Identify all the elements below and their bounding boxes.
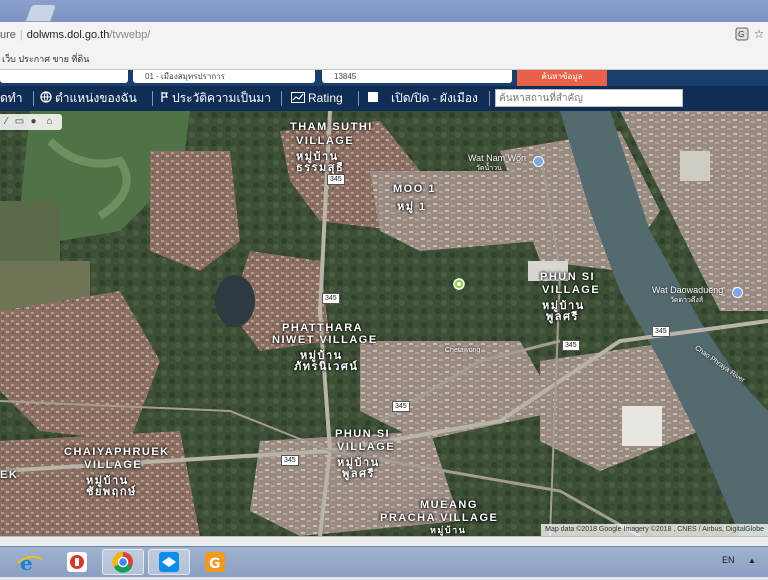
province-select[interactable] <box>0 70 128 83</box>
url-field[interactable]: ure | dolwms.dol.go.th/tvwebp/ <box>0 26 725 44</box>
map-label: พูลศรี <box>342 468 375 480</box>
new-tab-button[interactable] <box>24 4 58 22</box>
draw-rectangle-icon[interactable]: ▭ <box>14 116 25 127</box>
nav-item-rating[interactable]: Rating <box>291 86 343 111</box>
chart-icon <box>291 86 305 111</box>
map-label: VILLAGE <box>337 441 396 453</box>
search-button[interactable]: ค้นหาข้อมูล <box>517 70 607 86</box>
nav-item-label: ประวัติความเป็นมา <box>172 91 272 105</box>
svg-text:G: G <box>738 30 744 39</box>
checkbox-icon[interactable] <box>368 86 378 111</box>
map-label: VILLAGE <box>296 135 355 147</box>
nav-divider <box>152 91 153 106</box>
map-label: VILLAGE <box>542 284 601 296</box>
nav-divider <box>33 91 34 106</box>
nav-divider <box>281 91 282 106</box>
parcel-number-input[interactable]: 13845 <box>322 70 512 83</box>
nav-item-my-location[interactable]: ตำแหน่งของฉัน <box>40 86 137 111</box>
nav-item-history[interactable]: ประวัติความเป็นมา <box>159 86 271 111</box>
map-attribution: Map data ©2018 Google Imagery ©2018 , CN… <box>541 524 768 536</box>
map-label: หมู่บ้าน <box>430 525 467 535</box>
browser-tab-strip <box>0 0 768 22</box>
browser-address-bar: ure | dolwms.dol.go.th/tvwebp/ G ☆ <box>0 22 768 49</box>
road-shield: 345 <box>281 455 299 466</box>
satellite-map[interactable]: ⁄ ▭ ● ⌂ THAM SUTHI VILLAGE หมู่บ้าน ธรรม… <box>0 111 768 536</box>
map-label: ภัทรนิเวศน์ <box>294 361 359 373</box>
poi-label: Wat Nam Won <box>468 153 527 163</box>
draw-polygon-icon[interactable]: ⌂ <box>44 116 55 127</box>
map-label: MUEANG <box>420 499 478 511</box>
poi-label: วัดดาวดึงส์ <box>670 297 704 304</box>
bookmark-star-icon[interactable]: ☆ <box>752 27 766 41</box>
tray-expand-icon[interactable]: ▲ <box>748 556 756 565</box>
chrome-icon[interactable] <box>102 549 144 575</box>
location-pin-icon[interactable] <box>453 278 465 292</box>
road-shield: 345 <box>322 293 340 304</box>
svg-text:G: G <box>209 556 221 572</box>
nav-item-toggle-zoning[interactable]: เปิด/ปิด - ผังเมือง <box>368 86 478 111</box>
map-label: CHAIYAPHRUEK <box>64 446 170 458</box>
poi-label: วัดน้ำวน <box>476 165 502 172</box>
nav-divider <box>489 91 490 106</box>
district-select[interactable]: 01 - เมืองสมุทรปราการ <box>133 70 315 83</box>
map-label: NIWET VILLAGE <box>272 334 378 346</box>
drawing-toolbar: ⁄ ▭ ● ⌂ <box>0 114 62 130</box>
app-icon-red[interactable] <box>56 549 98 575</box>
url-separator: | <box>19 29 23 41</box>
site-header: 01 - เมืองสมุทรปราการ 13845 ค้นหาข้อมูล <box>0 70 768 86</box>
poi-label: Wat Daowadueng <box>652 285 724 295</box>
map-label: หมู่ 1 <box>397 201 427 213</box>
app-icon-orange[interactable]: G <box>194 549 236 575</box>
svg-text:e: e <box>20 551 33 575</box>
draw-circle-icon[interactable]: ● <box>28 116 39 127</box>
url-host: dolwms.dol.go.th <box>26 29 110 41</box>
map-label: VILLAGE <box>84 459 143 471</box>
history-icon <box>159 86 169 111</box>
draw-line-icon[interactable]: ⁄ <box>1 116 12 127</box>
bookmark-item[interactable]: เว็บ ประกาศ ขาย ที่ดิน <box>2 54 89 64</box>
main-nav-bar: ัดทำ ตำแหน่งของฉัน ประวัติความเป็นมา Rat… <box>0 86 768 111</box>
teamviewer-icon[interactable] <box>148 549 190 575</box>
nav-item-label: เปิด/ปิด - ผังเมือง <box>391 91 478 105</box>
road-shield: 345 <box>392 401 410 412</box>
nav-divider <box>358 91 359 106</box>
temple-icon[interactable] <box>732 287 743 298</box>
nav-item-label: ัดทำ <box>0 91 23 105</box>
nav-item-0[interactable]: ัดทำ <box>0 86 22 111</box>
road-shield: 345 <box>327 174 345 185</box>
temple-icon[interactable] <box>533 156 544 167</box>
map-label: THAM SUTHI <box>290 121 373 133</box>
windows-taskbar: e G EN ▲ <box>0 546 768 577</box>
url-path: /tvwebp/ <box>109 29 151 41</box>
nav-item-label: Rating <box>308 91 343 105</box>
globe-icon <box>40 86 52 111</box>
map-label: ชัยพฤกษ์ <box>86 486 137 498</box>
security-label: ure <box>0 29 16 41</box>
bookmarks-bar: เว็บ ประกาศ ขาย ที่ดิน <box>0 48 768 70</box>
map-label: PHUN SI <box>335 428 391 440</box>
map-label: PHATTHARA <box>282 322 364 334</box>
map-label: พูลศรี <box>546 311 579 323</box>
road-shield: 345 <box>652 326 670 337</box>
road-label: Chetawong <box>445 347 481 354</box>
road-shield: 345 <box>562 340 580 351</box>
input-language-indicator[interactable]: EN <box>722 555 735 565</box>
map-label: MOO 1 <box>393 183 436 195</box>
nav-item-label: ตำแหน่งของฉัน <box>55 91 137 105</box>
map-label: PHUN SI <box>540 271 596 283</box>
map-label: EK <box>0 469 19 481</box>
place-search-input[interactable]: ค้นหาสถานที่สำคัญ <box>495 89 683 107</box>
translate-icon[interactable]: G <box>735 27 749 41</box>
internet-explorer-icon[interactable]: e <box>8 549 50 575</box>
